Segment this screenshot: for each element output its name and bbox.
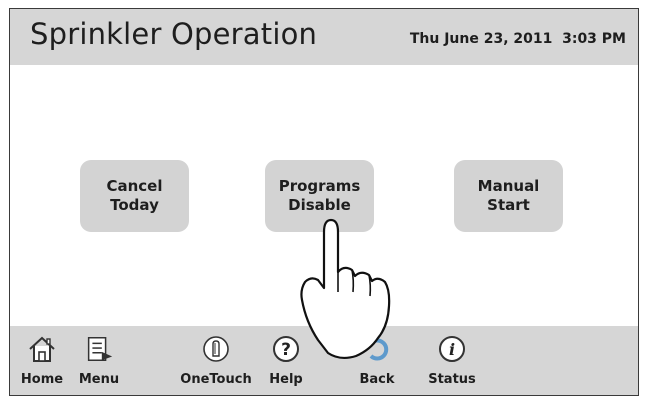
toolbar-back-label: Back [359,372,395,387]
menu-icon [83,332,115,366]
bottom-toolbar: Home Menu OneTouch ? Help Back i Status [10,326,638,395]
button-label-line2: Start [487,196,530,214]
cancel-today-button[interactable]: Cancel Today [80,160,189,232]
back-arrow-icon [361,332,393,366]
manual-start-button[interactable]: Manual Start [454,160,563,232]
toolbar-status[interactable]: i Status [428,332,476,394]
toolbar-status-label: Status [428,372,476,387]
main-content: Cancel Today Programs Disable Manual Sta… [10,65,638,326]
toolbar-menu-label: Menu [78,372,120,387]
info-icon: i [436,332,468,366]
toolbar-help[interactable]: ? Help [266,332,306,394]
programs-disable-button[interactable]: Programs Disable [265,160,374,232]
svg-text:i: i [449,340,455,359]
button-label-line2: Today [110,196,159,214]
button-label-line1: Cancel [106,177,163,195]
toolbar-menu[interactable]: Menu [76,332,122,394]
toolbar-help-label: Help [269,372,303,387]
button-label-line1: Manual [477,177,540,195]
page-title: Sprinkler Operation [30,17,318,51]
date-time: Thu June 23, 2011 3:03 PM [409,31,626,47]
header-bar: Sprinkler Operation Thu June 23, 2011 3:… [10,9,638,65]
help-icon: ? [270,332,302,366]
house-icon [26,332,58,366]
toolbar-home[interactable]: Home [20,332,64,394]
toolbar-onetouch-label: OneTouch [180,372,252,387]
onetouch-icon [200,332,232,366]
button-label-line2: Disable [288,196,351,214]
screen-frame: Sprinkler Operation Thu June 23, 2011 3:… [9,8,639,396]
toolbar-onetouch[interactable]: OneTouch [176,332,256,394]
svg-text:?: ? [281,340,291,360]
button-label-line1: Programs [278,177,361,195]
toolbar-home-label: Home [20,372,64,387]
toolbar-back[interactable]: Back [356,332,398,394]
